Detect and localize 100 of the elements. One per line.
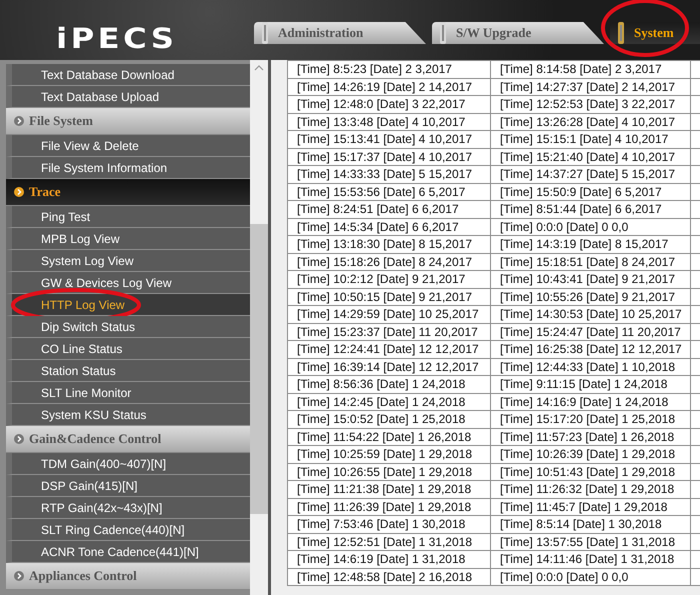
table-cell: [Time] 0:0:0 [Date] 0 0,0 bbox=[490, 218, 690, 236]
table-cell: [Time] 12:24:41 [Date] 12 12,2017 bbox=[288, 340, 490, 358]
table-cell: [Time] 14:37:27 [Date] 5 15,2017 bbox=[490, 166, 690, 183]
section-title: Gain&Cadence Control bbox=[29, 431, 162, 447]
table-cell: [Time] 15:21:40 [Date] 4 10,2017 bbox=[490, 148, 690, 166]
menu-item[interactable]: DSP Gain(415)[N] bbox=[6, 475, 250, 497]
table-cell: [Time] 16:39:14 [Date] 12 12,2017 bbox=[288, 358, 490, 376]
table-cell: [Time] 11:26:39 [Date] 1 29,2018 bbox=[288, 498, 490, 516]
logo: iPECS bbox=[56, 22, 178, 54]
table-cell: [Time] 15:50:9 [Date] 6 5,2017 bbox=[490, 183, 690, 200]
table-cell: [Time] 14:33:33 [Date] 5 15,2017 bbox=[288, 166, 490, 183]
table-cell: [Time] 16:25:38 [Date] 12 12,2017 bbox=[490, 340, 690, 358]
table-cell: [Time] 14:26:19 [Date] 2 14,2017 bbox=[288, 78, 490, 96]
menu-item[interactable]: Text Database Upload bbox=[6, 86, 250, 108]
table-cell: [Time] 14:3:19 [Date] 8 15,2017 bbox=[490, 236, 690, 253]
tab[interactable]: Administration bbox=[254, 22, 426, 44]
table-cell: [Time] 8:56:36 [Date] 1 24,2018 bbox=[288, 376, 490, 393]
menu-section[interactable]: Appliances Control bbox=[6, 563, 250, 590]
menu-item[interactable]: RTP Gain(42x~43x)[N] bbox=[6, 497, 250, 519]
table-cell: [Time] 14:27:37 [Date] 2 14,2017 bbox=[490, 78, 690, 96]
table-cell: [Time] 15:18:26 [Date] 8 24,2017 bbox=[288, 253, 490, 270]
table-cell: [Time] 11:57:23 [Date] 1 26,2018 bbox=[490, 428, 690, 446]
chevron-icon bbox=[14, 187, 24, 197]
table-cell: [Time] 8:14:58 [Date] 2 3,2017 bbox=[490, 60, 690, 78]
table-cell: [Time] 8:5:14 [Date] 1 30,2018 bbox=[490, 516, 690, 533]
menu-item[interactable]: Station Status bbox=[6, 360, 250, 382]
grip-icon bbox=[262, 22, 268, 44]
menu-item[interactable]: GW & Devices Log View bbox=[6, 272, 250, 294]
section-title: File System bbox=[29, 113, 93, 129]
table-cell: [Time] 10:43:41 [Date] 9 21,2017 bbox=[490, 270, 690, 288]
menu-item[interactable]: System KSU Status bbox=[6, 404, 250, 426]
table-cell: [Time] 15:17:37 [Date] 4 10,2017 bbox=[288, 148, 490, 166]
table-cell: [Time] 10:50:15 [Date] 9 21,2017 bbox=[288, 288, 490, 306]
table-cell: [Time] 11:26:32 [Date] 1 29,2018 bbox=[490, 480, 690, 498]
table-cell: [Time] 12:48:0 [Date] 3 22,2017 bbox=[288, 96, 490, 113]
table-cell: [Time] 10:55:26 [Date] 9 21,2017 bbox=[490, 288, 690, 306]
table-cell: [Time] 10:25:59 [Date] 1 29,2018 bbox=[288, 446, 490, 463]
table-cell: [Time] 15:13:41 [Date] 4 10,2017 bbox=[288, 130, 490, 148]
grip-icon bbox=[618, 22, 624, 44]
table-cell: [Time] 8:5:23 [Date] 2 3,2017 bbox=[288, 60, 490, 78]
table-cell: [Time] 12:44:33 [Date] 1 10,2018 bbox=[490, 358, 690, 376]
table-cell: [Time] 14:16:9 [Date] 1 24,2018 bbox=[490, 393, 690, 410]
table-cell: [Time] 8:51:44 [Date] 6 6,2017 bbox=[490, 200, 690, 218]
table-cell: [Time] 9:11:15 [Date] 1 24,2018 bbox=[490, 376, 690, 393]
menu-item[interactable]: SLT Line Monitor bbox=[6, 382, 250, 404]
section-title: Trace bbox=[29, 184, 61, 200]
table-cell: [Time] 12:52:53 [Date] 3 22,2017 bbox=[490, 96, 690, 113]
menu-section[interactable]: Gain&Cadence Control bbox=[6, 426, 250, 453]
table-cell: [Time] 14:11:46 [Date] 1 31,2018 bbox=[490, 550, 690, 568]
menu-item[interactable]: MPB Log View bbox=[6, 228, 250, 250]
table-cell: [Time] 15:17:20 [Date] 1 25,2018 bbox=[490, 410, 690, 428]
table-cell: [Time] 14:30:53 [Date] 10 25,2017 bbox=[490, 306, 690, 323]
menu-section[interactable]: Trace bbox=[6, 179, 250, 206]
menu-section[interactable]: File System bbox=[6, 108, 250, 135]
menu-item[interactable]: File System Information bbox=[6, 157, 250, 179]
table-cell: [Time] 13:26:28 [Date] 4 10,2017 bbox=[490, 113, 690, 130]
table-cell: [Time] 13:57:55 [Date] 1 31,2018 bbox=[490, 533, 690, 550]
table-cell: [Time] 11:45:7 [Date] 1 29,2018 bbox=[490, 498, 690, 516]
tab[interactable]: System bbox=[610, 22, 700, 44]
table-cell: [Time] 12:48:58 [Date] 2 16,2018 bbox=[288, 568, 490, 586]
table-cell: [Time] 15:53:56 [Date] 6 5,2017 bbox=[288, 183, 490, 200]
table-cell: [Time] 14:5:34 [Date] 6 6,2017 bbox=[288, 218, 490, 236]
table-cell: [Time] 15:0:52 [Date] 1 25,2018 bbox=[288, 410, 490, 428]
menu-item[interactable]: ACNR Tone Cadence(441)[N] bbox=[6, 541, 250, 563]
menu-item[interactable]: Ping Test bbox=[6, 206, 250, 228]
menu-item[interactable]: HTTP Log View bbox=[6, 294, 250, 316]
table-cell: [Time] 11:21:38 [Date] 1 29,2018 bbox=[288, 480, 490, 498]
table-cell: [Time] 15:23:37 [Date] 11 20,2017 bbox=[288, 323, 490, 340]
table-cell: [Time] 10:51:43 [Date] 1 29,2018 bbox=[490, 463, 690, 480]
table-cell: [Time] 12:52:51 [Date] 1 31,2018 bbox=[288, 533, 490, 550]
section-title: Appliances Control bbox=[29, 568, 137, 584]
table-cell: [Time] 10:26:55 [Date] 1 29,2018 bbox=[288, 463, 490, 480]
table-cell: [Time] 14:29:59 [Date] 10 25,2017 bbox=[288, 306, 490, 323]
table-cell: [Time] 14:2:45 [Date] 1 24,2018 bbox=[288, 393, 490, 410]
menu-item[interactable]: Text Database Download bbox=[6, 64, 250, 86]
chevron-icon bbox=[14, 116, 24, 126]
table-cell: [Time] 15:24:47 [Date] 11 20,2017 bbox=[490, 323, 690, 340]
grip-icon bbox=[440, 22, 446, 44]
menu-item[interactable]: System Log View bbox=[6, 250, 250, 272]
table-cell: [Time] 0:0:0 [Date] 0 0,0 bbox=[490, 568, 690, 586]
table-cell: [Time] 13:18:30 [Date] 8 15,2017 bbox=[288, 236, 490, 253]
tab[interactable]: S/W Upgrade bbox=[432, 22, 604, 44]
table-cell: [Time] 8:24:51 [Date] 6 6,2017 bbox=[288, 200, 490, 218]
chevron-icon bbox=[14, 571, 24, 581]
table-cell: [Time] 15:15:1 [Date] 4 10,2017 bbox=[490, 130, 690, 148]
table-cell: [Time] 15:18:51 [Date] 8 24,2017 bbox=[490, 253, 690, 270]
chevron-icon bbox=[14, 434, 24, 444]
menu-item[interactable]: CO Line Status bbox=[6, 338, 250, 360]
table-cell: [Time] 11:54:22 [Date] 1 26,2018 bbox=[288, 428, 490, 446]
scrollbar-thumb[interactable] bbox=[250, 224, 268, 514]
menu-item[interactable]: SLT Ring Cadence(440)[N] bbox=[6, 519, 250, 541]
table-cell: [Time] 7:53:46 [Date] 1 30,2018 bbox=[288, 516, 490, 533]
menu-item[interactable]: TDM Gain(400~407)[N] bbox=[6, 453, 250, 475]
menu-item[interactable]: Dip Switch Status bbox=[6, 316, 250, 338]
table-cell: [Time] 10:26:39 [Date] 1 29,2018 bbox=[490, 446, 690, 463]
table-cell: [Time] 10:2:12 [Date] 9 21,2017 bbox=[288, 270, 490, 288]
menu-item[interactable]: File View & Delete bbox=[6, 135, 250, 157]
table-cell: [Time] 14:6:19 [Date] 1 31,2018 bbox=[288, 550, 490, 568]
scrollbar[interactable] bbox=[250, 60, 268, 595]
scroll-up-icon[interactable] bbox=[254, 64, 264, 72]
